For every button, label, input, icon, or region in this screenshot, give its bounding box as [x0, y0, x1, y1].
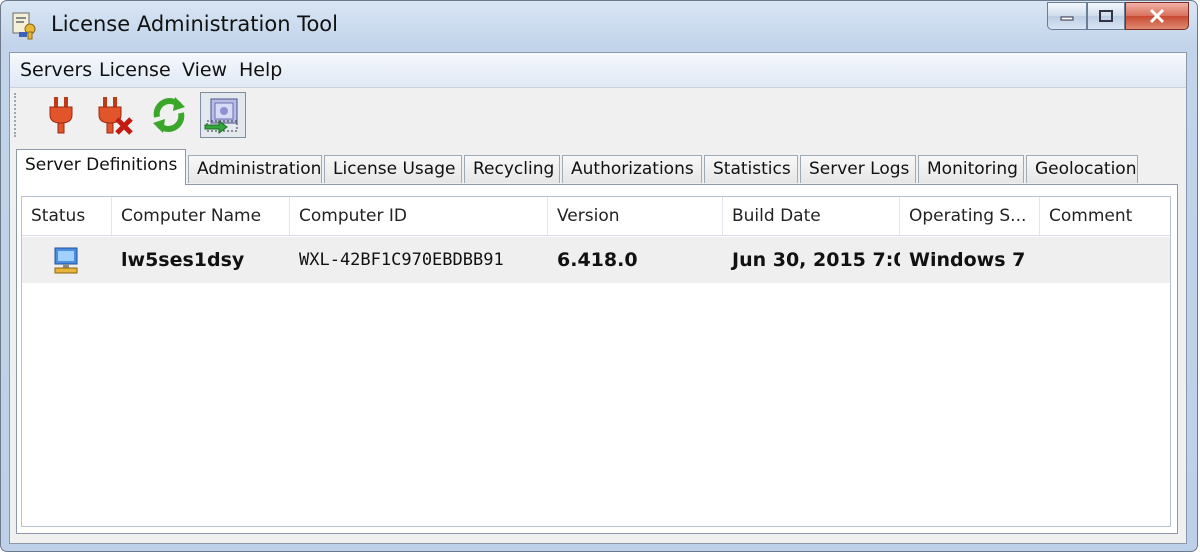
minimize-button[interactable] [1047, 2, 1087, 30]
import-server-icon [204, 98, 238, 134]
window-controls [1047, 2, 1189, 32]
row-computer-id: WXL-42BF1C970EBDBB91 [299, 250, 504, 270]
menu-servers[interactable]: Servers [20, 59, 92, 81]
toolbar [10, 88, 1186, 144]
row-comment [1040, 237, 1170, 283]
disconnect-plug-icon [98, 97, 133, 135]
import-server-button[interactable] [200, 92, 246, 138]
column-header-comment[interactable]: Comment [1040, 197, 1170, 235]
column-header-status[interactable]: Status [22, 197, 112, 235]
table-row[interactable]: lw5ses1dsy WXL-42BF1C970EBDBB91 6.418.0 … [22, 237, 1170, 283]
client-area: Servers License View Help Server Definit… [9, 52, 1187, 544]
tab-strip: Server Definitions Administration Licens… [16, 149, 1176, 185]
column-header-computer-id[interactable]: Computer ID [290, 197, 548, 235]
menu-license[interactable]: License [99, 59, 171, 81]
menu-help[interactable]: Help [239, 59, 282, 81]
row-version: 6.418.0 [557, 249, 638, 271]
app-window: License Administration Tool Servers Lice… [0, 0, 1198, 552]
maximize-icon [1099, 10, 1113, 22]
title-bar[interactable]: License Administration Tool [1, 1, 1197, 51]
refresh-icon [153, 97, 185, 133]
row-status-cell [22, 237, 112, 283]
menu-view[interactable]: View [182, 59, 227, 81]
tab-statistics[interactable]: Statistics [704, 155, 798, 183]
maximize-button[interactable] [1087, 2, 1125, 30]
column-header-build-date[interactable]: Build Date [723, 197, 900, 235]
tab-authorizations[interactable]: Authorizations [562, 155, 702, 183]
column-header-computer-name[interactable]: Computer Name [112, 197, 290, 235]
tab-administration[interactable]: Administration [188, 155, 322, 183]
tab-server-logs[interactable]: Server Logs [800, 155, 916, 183]
minimize-icon [1060, 16, 1074, 21]
toolbar-grip[interactable] [14, 93, 19, 137]
server-computer-icon [54, 247, 78, 273]
row-computer-name: lw5ses1dsy [121, 249, 245, 271]
server-table: Status Computer Name Computer ID Version… [21, 196, 1171, 527]
close-button[interactable] [1125, 2, 1189, 30]
connect-button[interactable] [38, 92, 84, 138]
close-icon [1149, 8, 1165, 24]
disconnect-button[interactable] [92, 92, 138, 138]
tab-license-usage[interactable]: License Usage [324, 155, 462, 183]
column-header-version[interactable]: Version [548, 197, 723, 235]
server-definitions-panel: Status Computer Name Computer ID Version… [16, 184, 1178, 534]
row-build-date: Jun 30, 2015 7:00 [732, 249, 900, 271]
tab-recycling[interactable]: Recycling [464, 155, 560, 183]
table-header: Status Computer Name Computer ID Version… [22, 197, 1170, 236]
window-title: License Administration Tool [51, 12, 338, 36]
row-operating-system: Windows 7 [909, 249, 1026, 271]
tab-monitoring[interactable]: Monitoring [918, 155, 1024, 183]
menu-bar: Servers License View Help [10, 53, 1186, 88]
column-header-operating-system[interactable]: Operating S... [900, 197, 1040, 235]
connect-plug-icon [49, 97, 73, 134]
license-tool-app-icon [12, 12, 36, 40]
tab-server-definitions[interactable]: Server Definitions [16, 149, 186, 185]
refresh-button[interactable] [146, 92, 192, 138]
tab-geolocation[interactable]: Geolocation [1026, 155, 1138, 183]
